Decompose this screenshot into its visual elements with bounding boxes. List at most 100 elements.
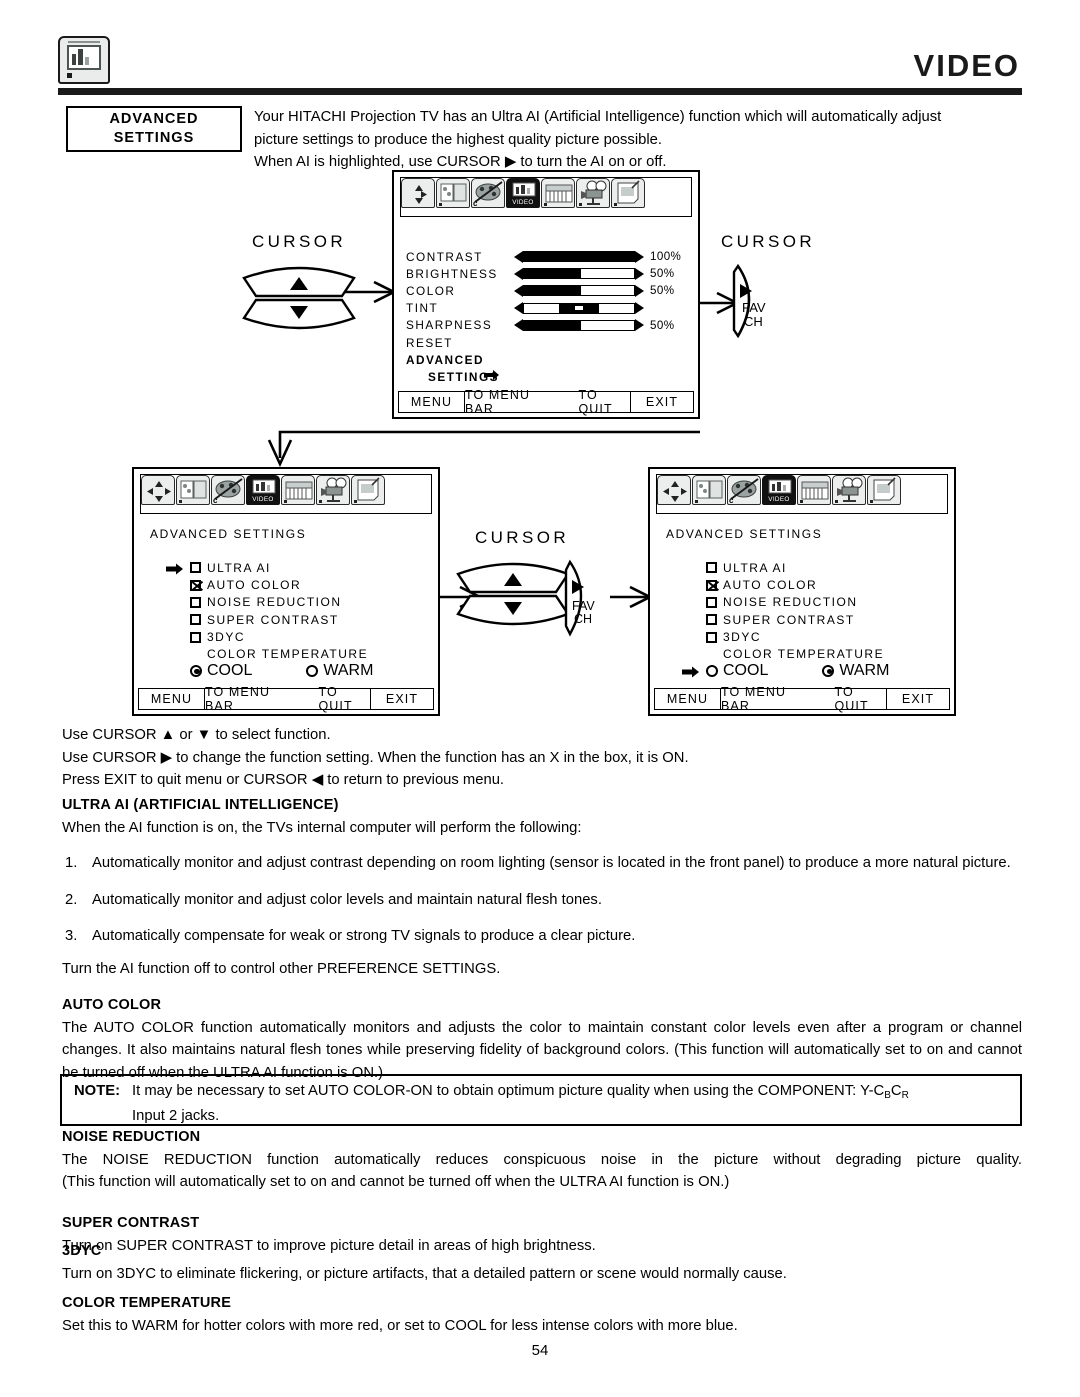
slider-track[interactable] — [523, 251, 635, 263]
note-text-2: Input 2 jacks. — [132, 1108, 220, 1124]
video-tab-icon[interactable]: VIDEO — [762, 475, 796, 505]
exit-label[interactable]: EXIT — [371, 689, 433, 709]
checkbox[interactable] — [190, 562, 201, 574]
channel-icon[interactable] — [692, 475, 726, 505]
decrease-arrow-icon[interactable] — [514, 302, 523, 315]
fav-label: FAV — [572, 599, 595, 613]
video-tab-icon[interactable]: VIDEO — [506, 178, 540, 208]
audio-keyboard-icon[interactable] — [281, 475, 315, 505]
checkbox[interactable] — [706, 631, 717, 643]
slider-track[interactable] — [523, 319, 635, 331]
increase-arrow-icon[interactable] — [635, 302, 644, 315]
exit-label[interactable]: EXIT — [887, 689, 949, 709]
list-item-noise-reduction[interactable]: NOISE REDUCTION — [190, 594, 373, 611]
exit-label[interactable]: EXIT — [631, 392, 693, 412]
checkbox[interactable] — [190, 614, 201, 626]
osd-row-tint[interactable]: TINT — [406, 300, 690, 317]
checkbox[interactable] — [190, 631, 201, 643]
list-item: 1. Automatically monitor and adjust cont… — [62, 852, 1022, 875]
radio-cool[interactable] — [706, 664, 718, 677]
color-temperature-section: COLOR TEMPERATURE Set this to WARM for h… — [62, 1292, 1022, 1337]
section-heading: AUTO COLOR — [62, 997, 162, 1013]
list-item-ultra-ai[interactable]: ULTRA AI — [166, 559, 373, 576]
radio-cool-label: COOL — [207, 661, 253, 679]
channel-icon[interactable] — [436, 178, 470, 208]
list-item-label: SUPER CONTRAST — [207, 612, 339, 627]
list-item-auto-color[interactable]: AUTO COLOR — [706, 576, 889, 593]
slider-track[interactable] — [523, 302, 635, 314]
osd-row-reset[interactable]: RESET — [406, 334, 690, 351]
osd-row-color[interactable]: COLOR 50% — [406, 282, 690, 299]
menu-hints: TO MENU BAR TO QUIT — [721, 685, 887, 713]
radio-warm[interactable] — [306, 664, 319, 677]
fav-ch-button[interactable]: FAV CH — [708, 256, 828, 342]
checkbox[interactable] — [706, 596, 717, 608]
audio-keyboard-icon[interactable] — [797, 475, 831, 505]
color-palette-icon[interactable]: c — [727, 475, 761, 505]
decrease-arrow-icon[interactable] — [514, 267, 523, 280]
menu-label[interactable]: MENU — [139, 689, 205, 709]
list-item-super-contrast[interactable]: SUPER CONTRAST — [706, 611, 889, 628]
contrast-slider[interactable] — [514, 250, 644, 263]
checkbox[interactable] — [190, 579, 201, 591]
arrow-video-to-advanced — [267, 430, 700, 468]
checkbox[interactable] — [706, 579, 717, 591]
cursor-updown-favch-buttons[interactable]: FAV CH — [452, 552, 624, 638]
menu-label[interactable]: MENU — [655, 689, 721, 709]
checkbox[interactable] — [190, 596, 201, 608]
color-palette-icon[interactable]: c — [211, 475, 245, 505]
audio-keyboard-icon[interactable] — [541, 178, 575, 208]
list-item-label: 3DYC — [723, 630, 762, 645]
osd-row-advanced-settings[interactable]: SETTINGS — [406, 368, 690, 385]
slider-track[interactable] — [523, 285, 635, 297]
osd-row-brightness[interactable]: BRIGHTNESS 50% — [406, 265, 690, 282]
decrease-arrow-icon[interactable] — [514, 250, 523, 263]
color-slider[interactable] — [514, 284, 644, 297]
channel-icon[interactable] — [176, 475, 210, 505]
list-item-3dyc[interactable]: 3DYC — [190, 629, 373, 646]
ultra-ai-closing: Turn the AI function off to control othe… — [62, 961, 501, 977]
color-palette-icon[interactable]: c — [471, 178, 505, 208]
cursor-pad-icon[interactable] — [401, 178, 435, 208]
tint-slider[interactable] — [514, 302, 644, 315]
radio-cool[interactable] — [190, 664, 202, 677]
list-item-label: AUTO COLOR — [723, 578, 818, 593]
list-item-ultra-ai[interactable]: ULTRA AI — [706, 559, 889, 576]
movie-camera-icon[interactable] — [316, 475, 350, 505]
setup-document-icon[interactable] — [611, 178, 645, 208]
callout-line-1: ADVANCED — [109, 111, 199, 127]
section-body-line-1: The NOISE REDUCTION function automatical… — [62, 1151, 1022, 1168]
increase-arrow-icon[interactable] — [635, 319, 644, 332]
osd-row-sharpness[interactable]: SHARPNESS 50% — [406, 317, 690, 334]
cursor-updown-buttons[interactable] — [238, 256, 360, 336]
setup-document-icon[interactable] — [351, 475, 385, 505]
list-item-super-contrast[interactable]: SUPER CONTRAST — [190, 611, 373, 628]
checkbox[interactable] — [706, 614, 717, 626]
list-item-noise-reduction[interactable]: NOISE REDUCTION — [706, 594, 889, 611]
intro-paragraph: Your HITACHI Projection TV has an Ultra … — [254, 106, 1022, 174]
video-tab-icon[interactable]: VIDEO — [246, 475, 280, 505]
osd-icon-row: c VIDEO — [657, 475, 902, 505]
list-item-auto-color[interactable]: AUTO COLOR — [190, 576, 373, 593]
movie-camera-icon[interactable] — [576, 178, 610, 208]
movie-camera-icon[interactable] — [832, 475, 866, 505]
osd-row-contrast[interactable]: CONTRAST 100% — [406, 248, 690, 265]
cursor-pad-icon[interactable] — [141, 475, 175, 505]
increase-arrow-icon[interactable] — [635, 267, 644, 280]
slider-track[interactable] — [523, 268, 635, 280]
decrease-arrow-icon[interactable] — [514, 319, 523, 332]
decrease-arrow-icon[interactable] — [514, 284, 523, 297]
osd-row-advanced[interactable]: ADVANCED — [406, 351, 690, 368]
increase-arrow-icon[interactable] — [635, 284, 644, 297]
increase-arrow-icon[interactable] — [635, 250, 644, 263]
menu-label[interactable]: MENU — [399, 392, 465, 412]
radio-warm[interactable] — [822, 664, 835, 677]
cursor-pad-icon[interactable] — [657, 475, 691, 505]
list-item-3dyc[interactable]: 3DYC — [706, 629, 889, 646]
osd-bottom-bar: MENU TO MENU BAR TO QUIT EXIT — [138, 685, 434, 713]
intro-line-2: picture settings to produce the highest … — [254, 131, 662, 148]
brightness-slider[interactable] — [514, 267, 644, 280]
checkbox[interactable] — [706, 562, 717, 574]
sharpness-slider[interactable] — [514, 319, 644, 332]
setup-document-icon[interactable] — [867, 475, 901, 505]
